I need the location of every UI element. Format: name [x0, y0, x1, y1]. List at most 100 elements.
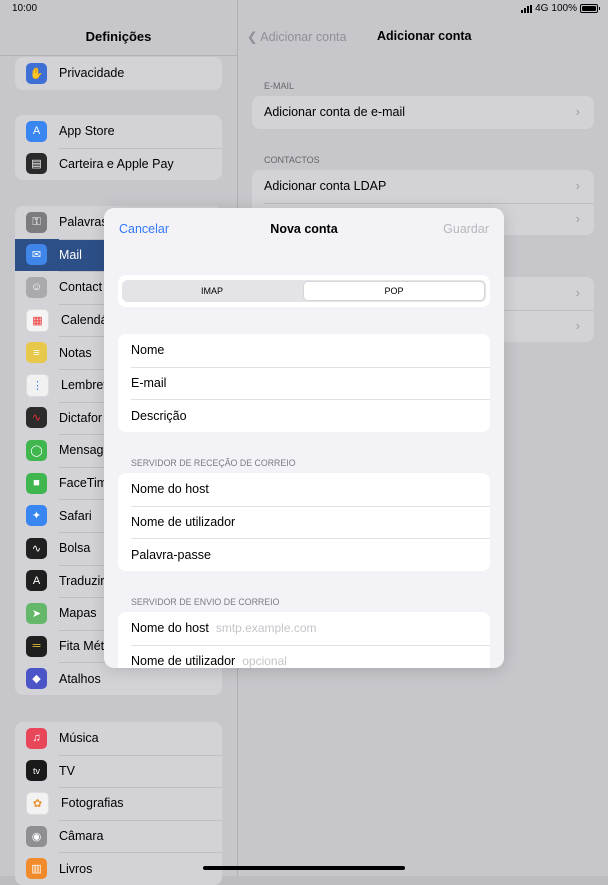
cancel-button[interactable]: Cancelar [119, 222, 169, 236]
stocks-icon: ∿ [26, 537, 47, 559]
incoming-password-field[interactable]: Palavra-passe [118, 538, 490, 571]
detail-title: Adicionar conta [377, 29, 472, 43]
email-field[interactable]: E-mail [118, 366, 490, 400]
add-ldap-account-row[interactable]: Adicionar conta LDAP › [252, 170, 594, 203]
sidebar-item-label: Mapas [59, 606, 97, 621]
music-icon: ♫ [26, 727, 47, 749]
tv-icon: tv [26, 760, 47, 782]
chevron-right-icon: › [575, 317, 580, 333]
sidebar-item-label: Fita Mét [59, 639, 105, 654]
segmented-control: IMAP POP [122, 280, 486, 302]
field-label: Nome [131, 343, 165, 358]
network-label: 4G [535, 3, 549, 14]
battery-icon [580, 4, 600, 13]
field-placeholder: opcional [242, 654, 287, 668]
sidebar-item-label: Livros [59, 861, 93, 876]
mail-icon: ✉ [26, 244, 47, 266]
field-label: E-mail [131, 376, 167, 391]
field-label: Palavra-passe [131, 547, 211, 562]
sidebar-item-label: Fotografias [61, 796, 124, 811]
camera-icon: ◉ [26, 825, 47, 847]
sidebar-item-tv[interactable]: tv TV [15, 754, 222, 788]
field-label: Nome de utilizador [131, 654, 236, 668]
outgoing-server-group: Nome do host smtp.example.com Nome de ut… [118, 612, 490, 668]
sidebar-item-music[interactable]: ♫ Música [15, 722, 222, 755]
sidebar-item-label: Calendá [61, 313, 108, 328]
chevron-right-icon: › [575, 104, 580, 119]
sidebar-item-books[interactable]: ▥ Livros [15, 852, 222, 885]
chevron-right-icon: › [575, 178, 580, 193]
sidebar-item-photos[interactable]: ✿ Fotografias [15, 787, 222, 820]
sidebar-item-app-store[interactable]: A App Store [15, 115, 222, 148]
back-button[interactable]: ❮ Adicionar conta [247, 29, 346, 44]
sidebar-item-label: Música [59, 731, 99, 746]
sidebar-item-label: Mail [59, 247, 82, 262]
sidebar-item-label: Bolsa [59, 541, 91, 556]
sidebar-item-label: Privacidade [59, 66, 125, 81]
home-indicator [203, 866, 405, 870]
outgoing-server-header: SERVIDOR DE ENVIO DE CORREIO [131, 597, 280, 607]
shortcuts-icon: ◆ [26, 668, 47, 690]
sidebar-item-wallet[interactable]: ▤ Carteira e Apple Pay [15, 147, 222, 181]
facetime-icon: ■ [26, 472, 47, 494]
wallet-icon: ▤ [26, 153, 47, 175]
save-button[interactable]: Guardar [443, 222, 489, 236]
field-label: Nome do host [131, 621, 209, 636]
segment-pop[interactable]: POP [303, 281, 485, 301]
measure-icon: ═ [26, 635, 47, 657]
books-icon: ▥ [26, 858, 47, 880]
status-right: 4G 100% [521, 3, 600, 14]
field-label: Nome de utilizador [131, 515, 236, 530]
calendar-icon: ▦ [26, 308, 49, 332]
sidebar-title: Definições [85, 29, 152, 44]
back-label: Adicionar conta [260, 30, 347, 44]
sidebar-item-label: Traduzir [59, 573, 105, 588]
email-group: Adicionar conta de e-mail › [252, 96, 594, 129]
maps-icon: ➤ [26, 602, 47, 624]
key-icon: ⚿ [26, 211, 47, 233]
email-section-header: E-MAIL [264, 81, 295, 91]
sidebar-item-privacy[interactable]: ✋ Privacidade [15, 57, 222, 90]
sidebar-divider [0, 55, 237, 56]
account-info-group: Nome E-mail Descrição [118, 334, 490, 433]
incoming-username-field[interactable]: Nome de utilizador [118, 505, 490, 539]
contacts-section-header: CONTACTOS [264, 155, 320, 165]
sidebar-item-label: Mensag [59, 443, 104, 458]
outgoing-username-field[interactable]: Nome de utilizador opcional [118, 644, 490, 668]
sidebar-item-label: Câmara [59, 829, 104, 844]
account-type-segment: IMAP POP [118, 275, 490, 307]
field-placeholder: smtp.example.com [215, 621, 317, 636]
segment-imap[interactable]: IMAP [122, 280, 302, 302]
sidebar-item-label: FaceTim [59, 476, 108, 491]
outgoing-host-field[interactable]: Nome do host smtp.example.com [118, 612, 490, 645]
battery-label: 100% [551, 3, 577, 14]
sidebar-group-media: ♫ Música tv TV ✿ Fotografias ◉ Câmara ▥ … [15, 722, 222, 885]
sidebar-group-store: A App Store ▤ Carteira e Apple Pay [15, 115, 222, 181]
name-field[interactable]: Nome [118, 334, 490, 367]
add-email-account-row[interactable]: Adicionar conta de e-mail › [252, 96, 594, 129]
sidebar-item-label: Dictafor [59, 410, 103, 425]
sidebar-item-label: App Store [59, 124, 115, 139]
status-bar: 10:00 4G 100% [0, 0, 608, 18]
row-label: Adicionar conta de e-mail [264, 105, 406, 120]
sidebar-item-label: Contact [59, 280, 103, 295]
description-field[interactable]: Descrição [118, 399, 490, 432]
hand-icon: ✋ [26, 62, 47, 84]
row-label: Adicionar conta LDAP [264, 179, 387, 194]
sidebar-item-label: Safari [59, 508, 92, 523]
translate-icon: A [26, 570, 47, 592]
sidebar-item-camera[interactable]: ◉ Câmara [15, 819, 222, 853]
field-label: Nome do host [131, 482, 209, 497]
sidebar-item-label: Lembret [61, 378, 107, 393]
messages-icon: ◯ [26, 439, 47, 461]
chevron-right-icon: › [575, 285, 580, 300]
sidebar-item-label: Palavras [59, 215, 108, 230]
incoming-server-group: Nome do host Nome de utilizador Palavra-… [118, 473, 490, 572]
voice-memos-icon: ∿ [26, 407, 47, 429]
contacts-icon: ☺ [26, 276, 47, 298]
sidebar-item-label: TV [59, 763, 75, 778]
incoming-host-field[interactable]: Nome do host [118, 473, 490, 506]
notes-icon: ≡ [26, 342, 47, 364]
sidebar-group-privacy: ✋ Privacidade [15, 57, 222, 90]
chevron-right-icon: › [575, 210, 580, 226]
